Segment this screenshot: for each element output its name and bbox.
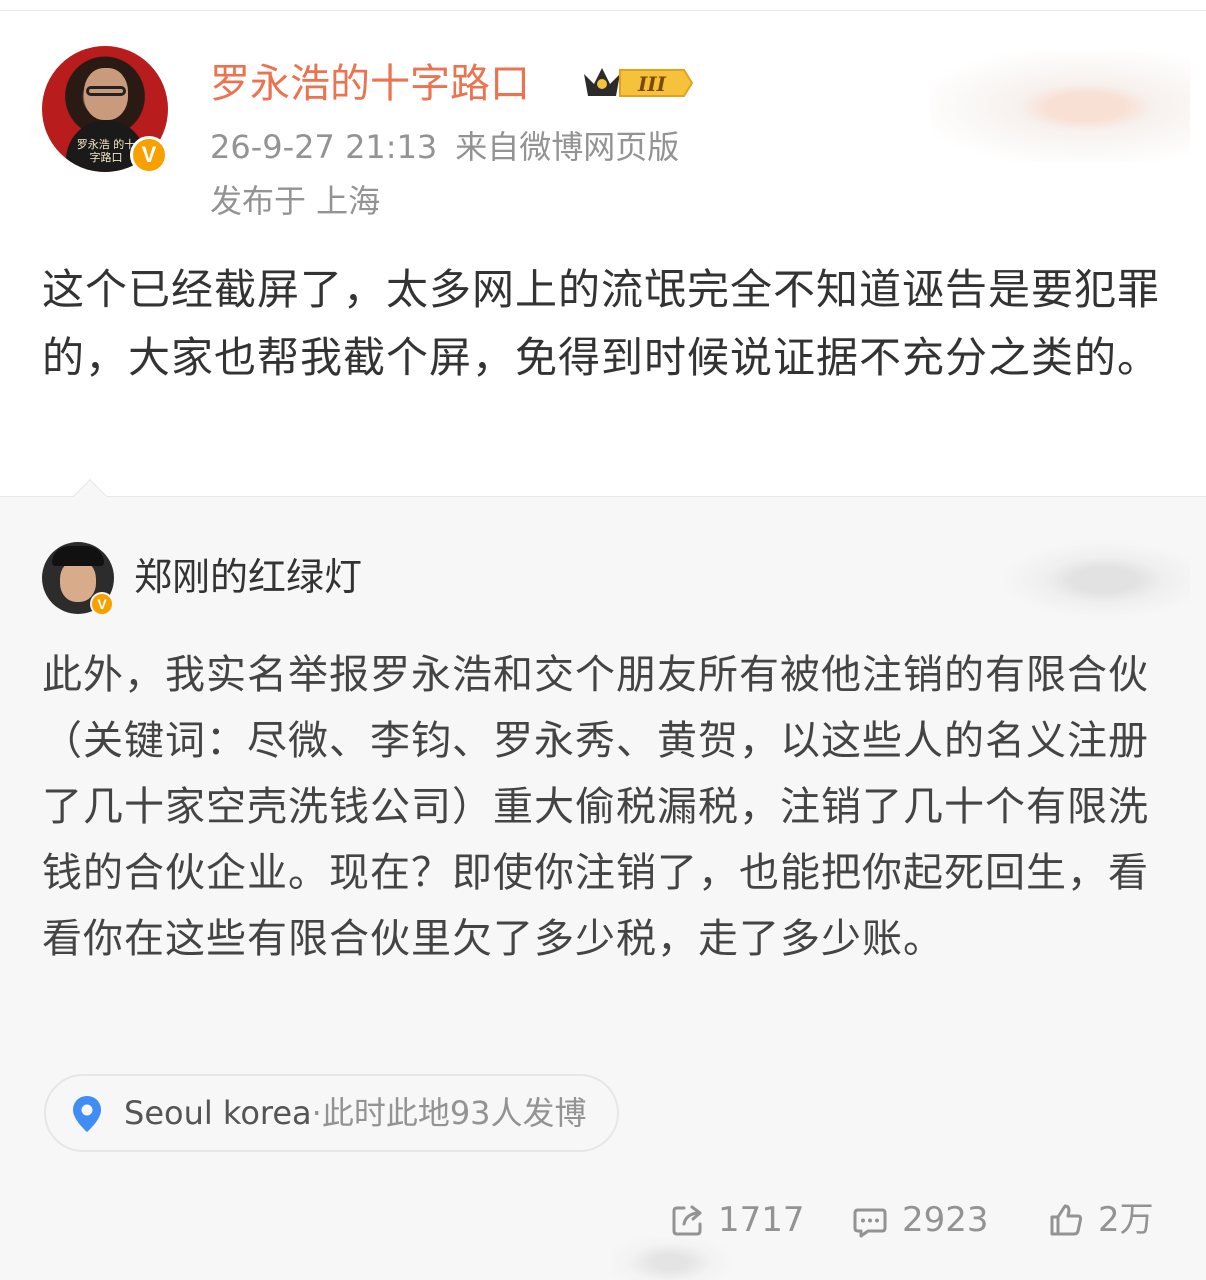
- verified-badge-icon: V: [130, 136, 168, 174]
- crown-icon[interactable]: III: [580, 62, 695, 104]
- repost-author-name[interactable]: 郑刚的红绿灯: [134, 552, 362, 602]
- level-badge-text: III: [637, 72, 667, 96]
- avatar-hat: [52, 546, 104, 566]
- thumbs-up-icon[interactable]: [1048, 1202, 1084, 1238]
- repost-verified-badge-icon: V: [90, 592, 114, 616]
- repost-text: 此外，我实名举报罗永浩和交个朋友所有被他注销的有限合伙（关键词：尽微、李钧、罗永…: [42, 652, 1149, 962]
- map-pin-icon: [73, 1096, 101, 1132]
- post-text: 这个已经截屏了，太多网上的流氓完全不知道诬告是要犯罪的，大家也帮我截个屏，免得到…: [42, 265, 1161, 382]
- avatar-caption: 罗永浩 的十字路口: [76, 138, 136, 164]
- blurred-repost-action[interactable]: [1000, 540, 1190, 620]
- post-location: 发布于 上海: [210, 182, 381, 220]
- post-source: 来自微博网页版: [455, 128, 680, 166]
- blurred-area: [610, 1236, 730, 1280]
- location-place: Seoul korea: [124, 1094, 312, 1132]
- post-meta: 26-9-27 21:13 来自微博网页版: [210, 126, 697, 168]
- blurred-follow-button[interactable]: [930, 52, 1190, 162]
- avatar-glasses: [86, 86, 126, 96]
- repost-count[interactable]: 1717: [718, 1192, 805, 1248]
- top-divider: [0, 10, 1206, 11]
- post-timestamp[interactable]: 26-9-27 21:13: [210, 128, 437, 166]
- share-icon[interactable]: [670, 1202, 706, 1238]
- location-tag[interactable]: Seoul korea·此时此地93人发博: [44, 1074, 619, 1152]
- like-count[interactable]: 2万: [1098, 1192, 1154, 1248]
- location-count: ·此时此地93人发博: [311, 1094, 587, 1132]
- comment-icon[interactable]: [852, 1204, 888, 1240]
- comment-count[interactable]: 2923: [902, 1192, 989, 1248]
- author-name[interactable]: 罗永浩的十字路口: [210, 58, 530, 110]
- avatar-face: [60, 560, 96, 602]
